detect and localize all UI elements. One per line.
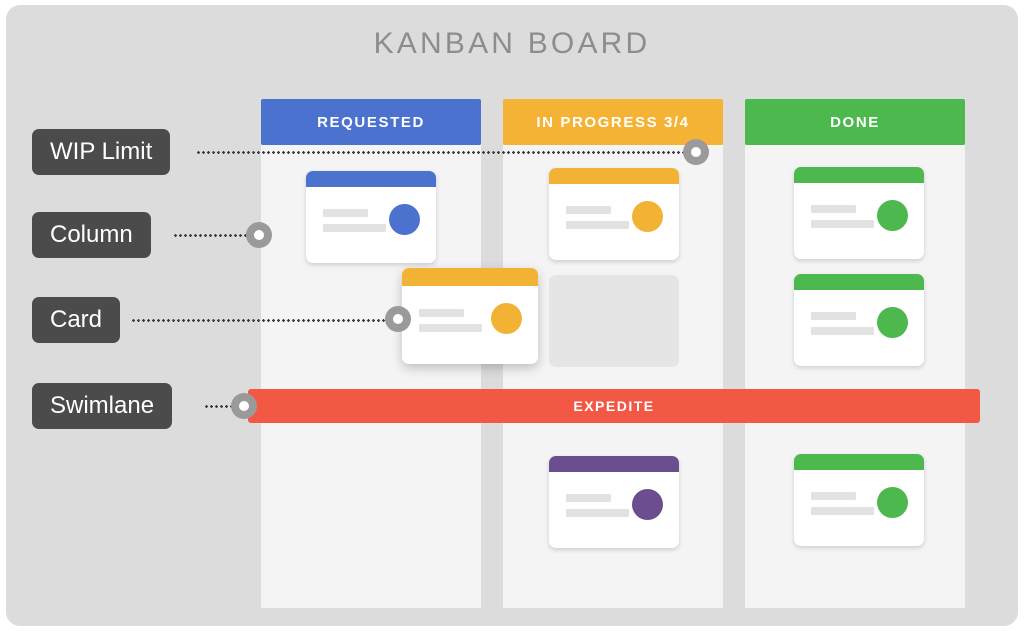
marker-dot-swimlane	[231, 393, 257, 419]
card-text-line	[566, 494, 611, 502]
card-text-line	[323, 224, 386, 232]
card-text-line	[811, 312, 856, 320]
annotation-label-swimlane: Swimlane	[32, 383, 173, 429]
card-accent-bar	[794, 454, 924, 470]
avatar	[877, 200, 908, 231]
card-text-line	[811, 507, 874, 515]
card[interactable]	[794, 167, 924, 259]
card-text-line	[811, 327, 874, 335]
annotation-text: Swimlane	[50, 392, 155, 419]
card-accent-bar	[549, 456, 679, 472]
avatar	[877, 487, 908, 518]
avatar	[632, 489, 663, 520]
page-title: KANBAN BOARD	[373, 27, 651, 60]
column-header-requested[interactable]: REQUESTED	[261, 99, 481, 145]
annotation-text: Column	[50, 221, 133, 248]
annotation-text: WIP Limit	[50, 138, 153, 165]
marker-dot-wip-limit	[683, 139, 709, 165]
annotation-text: Card	[50, 306, 103, 333]
kanban-diagram: KANBAN BOARD REQUESTED IN PROGRESS 3/4 D…	[0, 0, 1024, 631]
card-text-line	[419, 309, 464, 317]
leader-line-card	[131, 319, 403, 322]
marker-dot-column	[246, 222, 272, 248]
card-text-line	[811, 492, 856, 500]
column-header-in-progress[interactable]: IN PROGRESS 3/4	[503, 99, 723, 145]
avatar	[491, 303, 522, 334]
card-dragged[interactable]	[402, 268, 538, 364]
card-accent-bar	[402, 268, 538, 286]
annotation-label-wip-limit: WIP Limit	[32, 129, 171, 175]
card[interactable]	[306, 171, 436, 263]
card-text-line	[419, 324, 482, 332]
column-header-done[interactable]: DONE	[745, 99, 965, 145]
card-text-line	[323, 209, 368, 217]
swimlane-expedite[interactable]: EXPEDITE	[248, 389, 980, 423]
marker-dot-card	[385, 306, 411, 332]
card-text-line	[566, 509, 629, 517]
avatar	[877, 307, 908, 338]
card[interactable]	[549, 168, 679, 260]
card[interactable]	[794, 454, 924, 546]
card-text-line	[566, 221, 629, 229]
card-text-line	[566, 206, 611, 214]
card[interactable]	[549, 456, 679, 548]
leader-line-wip-limit	[196, 151, 696, 154]
card[interactable]	[794, 274, 924, 366]
card-accent-bar	[306, 171, 436, 187]
annotation-label-card: Card	[32, 297, 121, 343]
avatar	[632, 201, 663, 232]
avatar	[389, 204, 420, 235]
card-accent-bar	[794, 167, 924, 183]
card-text-line	[811, 220, 874, 228]
annotation-label-column: Column	[32, 212, 151, 258]
card-accent-bar	[549, 168, 679, 184]
card-accent-bar	[794, 274, 924, 290]
card-text-line	[811, 205, 856, 213]
card-placeholder-slot[interactable]	[549, 275, 679, 367]
